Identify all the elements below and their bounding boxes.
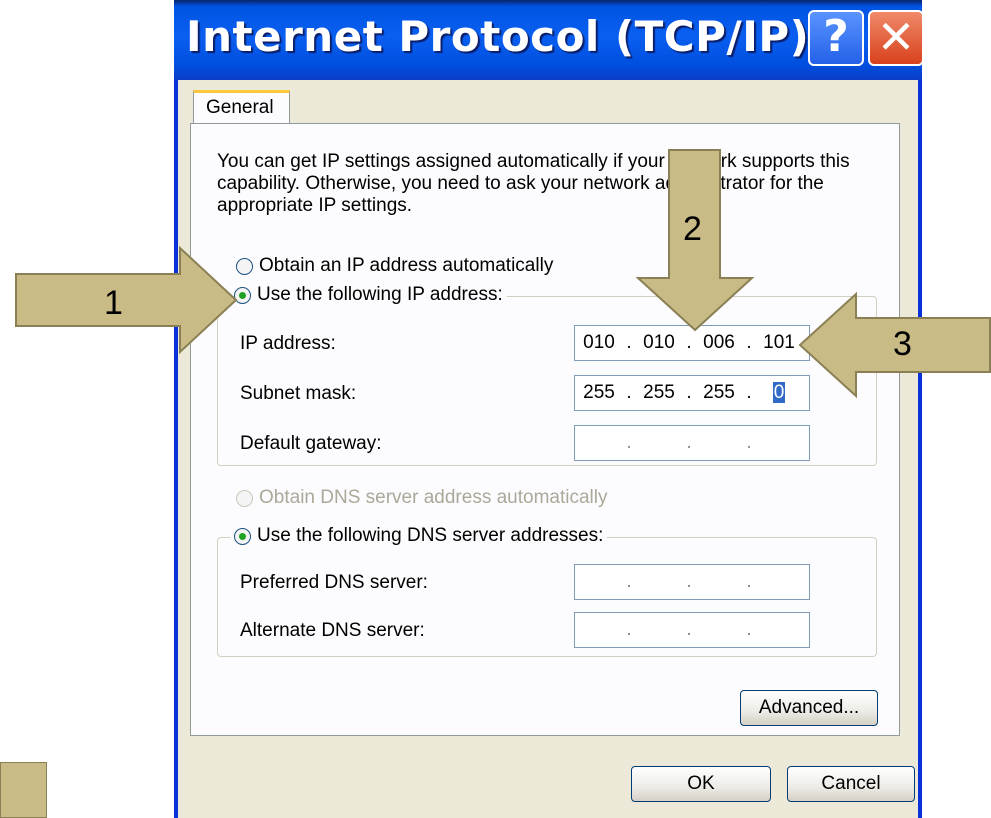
annotation-number-1: 1 — [104, 284, 123, 322]
annotation-number-3: 3 — [893, 325, 912, 363]
annotation-arrow-1 — [15, 245, 238, 355]
annotation-number-2: 2 — [683, 210, 702, 248]
annotation-overlay — [15, 149, 991, 399]
